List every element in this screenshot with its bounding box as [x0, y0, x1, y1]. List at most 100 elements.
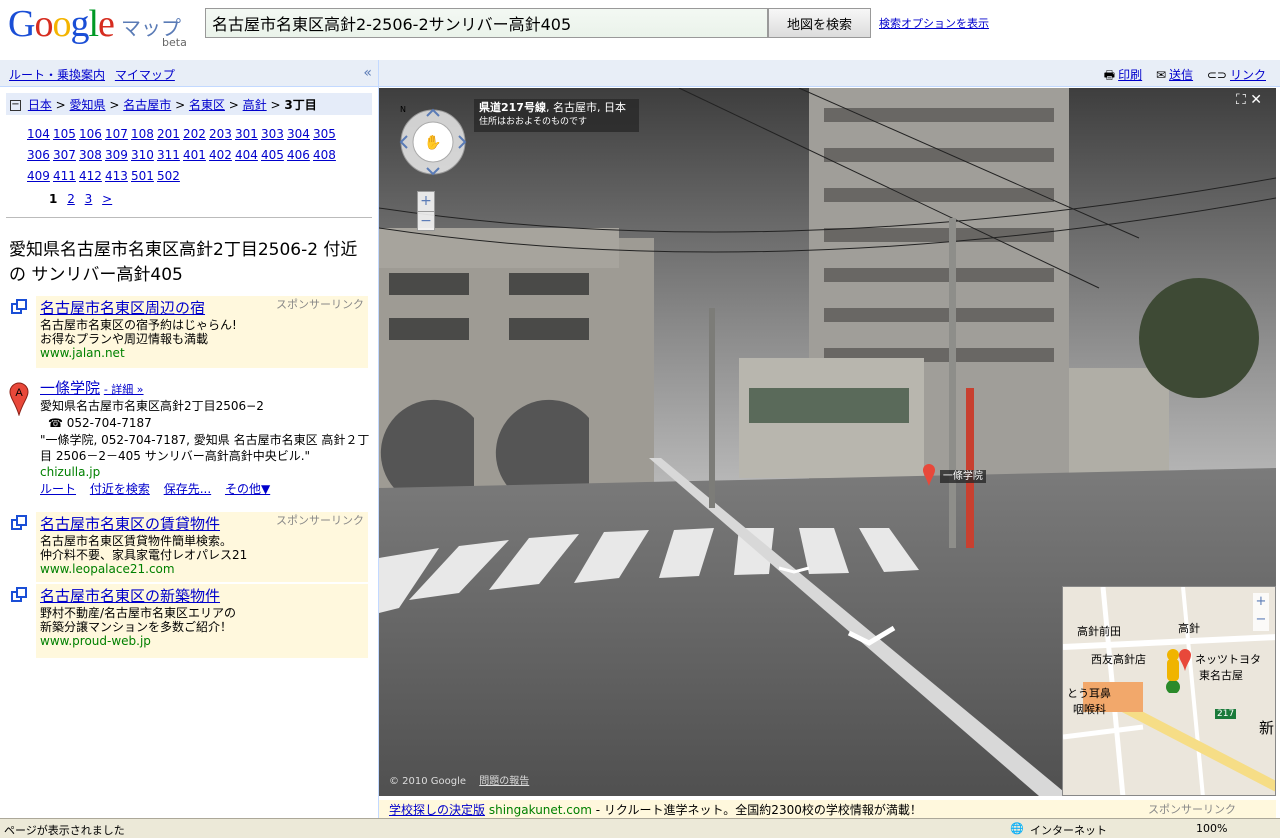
- mini-zoom-out-button[interactable]: −: [1253, 611, 1269, 629]
- route-action[interactable]: ルート: [40, 482, 76, 496]
- subarea-link[interactable]: 106: [79, 124, 105, 145]
- subarea-link[interactable]: 201: [157, 124, 183, 145]
- breadcrumb-item[interactable]: 高針: [243, 98, 267, 112]
- subarea-link[interactable]: 301: [235, 124, 261, 145]
- breadcrumb-item[interactable]: 愛知県: [70, 98, 106, 112]
- report-link[interactable]: 問題の報告: [479, 776, 529, 787]
- breadcrumb-item[interactable]: 名東区: [189, 98, 225, 112]
- left-nav: ルート・乗換案内 マイマップ «: [0, 60, 378, 87]
- breadcrumb-item[interactable]: 名古屋市: [123, 98, 171, 112]
- result-name[interactable]: 一條学院: [40, 379, 100, 397]
- bottom-ad-title[interactable]: 学校探しの決定版: [389, 803, 485, 817]
- map-label: 西友高針店: [1091, 653, 1146, 666]
- zoom-level[interactable]: 100%: [1196, 822, 1227, 835]
- subarea-link[interactable]: 413: [105, 166, 131, 187]
- subarea-link[interactable]: 203: [209, 124, 235, 145]
- ad-icon: [11, 299, 27, 314]
- result-detail-link[interactable]: - 詳細 »: [104, 383, 144, 396]
- subarea-link[interactable]: 412: [79, 166, 105, 187]
- status-bar: ページが表示されました 🌐 インターネット 100%: [0, 818, 1280, 838]
- bottom-ad[interactable]: 学校探しの決定版 shingakunet.com - リクルート進学ネット。全国…: [379, 800, 1276, 818]
- search-options-link[interactable]: 検索オプションを表示: [879, 15, 989, 31]
- ad-line: 野村不動産/名古屋市名東区エリアの: [40, 606, 237, 620]
- svg-text:A: A: [15, 387, 23, 399]
- subarea-link[interactable]: 402: [209, 145, 235, 166]
- subarea-link[interactable]: 310: [131, 145, 157, 166]
- result-item: 一條学院 - 詳細 » 愛知県名古屋市名東区高針2丁目2506−2 ☎ 052-…: [40, 380, 370, 498]
- street-view-panorama[interactable]: 県道217号線, 名古屋市, 日本 住所はおおよそのものです ✋ N + − ⛶ …: [379, 88, 1276, 796]
- subarea-link[interactable]: 304: [287, 124, 313, 145]
- subarea-link[interactable]: 202: [183, 124, 209, 145]
- phone-icon: ☎: [48, 416, 63, 430]
- subarea-link[interactable]: 108: [131, 124, 157, 145]
- pan-control[interactable]: ✋ N: [397, 102, 469, 178]
- subarea-link[interactable]: 303: [261, 124, 287, 145]
- collapse-box-icon[interactable]: −: [10, 100, 21, 111]
- subarea-link[interactable]: 307: [53, 145, 79, 166]
- result-address: 愛知県名古屋市名東区高針2丁目2506−2: [40, 399, 264, 413]
- more-action[interactable]: その他▼: [225, 482, 270, 496]
- subarea-link[interactable]: 502: [157, 166, 183, 187]
- ad-url[interactable]: www.jalan.net: [40, 346, 364, 360]
- pegman-icon[interactable]: [1159, 647, 1193, 693]
- subarea-link[interactable]: 401: [183, 145, 209, 166]
- subarea-link[interactable]: 306: [27, 145, 53, 166]
- subarea-link[interactable]: 104: [27, 124, 53, 145]
- window-controls: ⛶ ✕: [1236, 92, 1262, 108]
- ad-url[interactable]: www.proud-web.jp: [40, 634, 364, 648]
- ad-block[interactable]: 名古屋市名東区周辺の宿 名古屋市名東区の宿予約はじゃらん! お得なプランや周辺情…: [36, 296, 368, 368]
- sponsor-label: スポンサーリンク: [1148, 803, 1236, 816]
- logo-beta: beta: [162, 36, 187, 49]
- ad-line: 新築分譲マンションを多数ご紹介！: [40, 620, 233, 634]
- subarea-link[interactable]: 105: [53, 124, 79, 145]
- zoom-control: + −: [417, 191, 435, 231]
- ad-block[interactable]: 名古屋市名東区の新築物件 野村不動産/名古屋市名東区エリアの 新築分譲マンション…: [36, 584, 368, 658]
- breadcrumb-item[interactable]: 日本: [28, 98, 52, 112]
- subarea-link[interactable]: 107: [105, 124, 131, 145]
- result-source[interactable]: chizulla.jp: [40, 464, 370, 481]
- send-link[interactable]: 送信: [1169, 68, 1193, 82]
- road-note: 住所はおおよそのものです: [479, 117, 588, 127]
- pin-icon: [923, 464, 935, 486]
- page-next[interactable]: >: [102, 192, 112, 206]
- subarea-link[interactable]: 501: [131, 166, 157, 187]
- place-pin[interactable]: 一條学院: [922, 463, 986, 487]
- search-input[interactable]: [205, 8, 768, 38]
- result-snippet: "一條学院, 052-704-7187, 愛知県 名古屋市名東区 高針２丁目 2…: [40, 433, 370, 463]
- bottom-ad-url[interactable]: shingakunet.com: [489, 803, 592, 817]
- subarea-link[interactable]: 309: [105, 145, 131, 166]
- subarea-link[interactable]: 308: [79, 145, 105, 166]
- left-panel: ルート・乗換案内 マイマップ « − 日本 > 愛知県 > 名古屋市 > 名東区…: [0, 60, 379, 818]
- subarea-link[interactable]: 411: [53, 166, 79, 187]
- subarea-link[interactable]: 406: [287, 145, 313, 166]
- page-link[interactable]: 2: [67, 192, 75, 206]
- subarea-link[interactable]: 405: [261, 145, 287, 166]
- mini-zoom-in-button[interactable]: +: [1253, 593, 1269, 611]
- collapse-icon[interactable]: «: [363, 65, 372, 81]
- search-button[interactable]: 地図を検索: [768, 8, 871, 38]
- route-link[interactable]: ルート・乗換案内: [9, 68, 105, 82]
- subarea-link[interactable]: 311: [157, 145, 183, 166]
- print-link[interactable]: 印刷: [1118, 68, 1142, 82]
- save-action[interactable]: 保存先...: [164, 482, 211, 496]
- subarea-link[interactable]: 305: [313, 124, 339, 145]
- link-link[interactable]: リンク: [1230, 68, 1266, 82]
- marker-a-icon[interactable]: A: [9, 382, 29, 416]
- mymaps-link[interactable]: マイマップ: [115, 68, 175, 82]
- ad-block[interactable]: 名古屋市名東区の賃貸物件 名古屋市名東区賃貸物件簡単検索。 仲介料不要、家具家電…: [36, 512, 368, 582]
- zoom-out-button[interactable]: −: [418, 211, 434, 231]
- copyright-text: © 2010 Google: [389, 776, 467, 787]
- google-maps-logo[interactable]: Google マップ beta: [8, 4, 188, 52]
- ad-title[interactable]: 名古屋市名東区の新築物件: [40, 586, 364, 606]
- map-label: 東名古屋: [1199, 669, 1243, 682]
- page-link[interactable]: 3: [85, 192, 93, 206]
- fullscreen-icon[interactable]: ⛶: [1236, 92, 1246, 108]
- mini-map[interactable]: 高針前田 高針 西友高針店 ネッツトヨタ 東名古屋 とう耳鼻 咽喉科 217 新…: [1062, 586, 1276, 796]
- ad-url[interactable]: www.leopalace21.com: [40, 562, 364, 576]
- subarea-link[interactable]: 409: [27, 166, 53, 187]
- subarea-link[interactable]: 404: [235, 145, 261, 166]
- zoom-in-button[interactable]: +: [418, 192, 434, 211]
- close-icon[interactable]: ✕: [1250, 92, 1262, 108]
- subarea-link[interactable]: 408: [313, 145, 339, 166]
- search-nearby-action[interactable]: 付近を検索: [90, 482, 150, 496]
